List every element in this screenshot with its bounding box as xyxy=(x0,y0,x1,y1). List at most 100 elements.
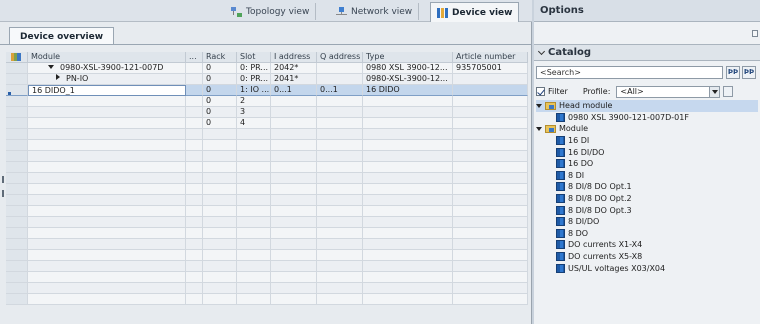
profile-select[interactable]: <All> xyxy=(616,85,721,98)
empty-cell xyxy=(363,184,453,195)
tree-item-module[interactable]: DO currents X5-X8 xyxy=(536,251,758,263)
collapse-icon[interactable] xyxy=(536,103,542,108)
empty-cell xyxy=(6,151,28,162)
empty-cell xyxy=(6,294,28,305)
cell-module xyxy=(28,96,186,107)
tree-label: Module xyxy=(559,124,589,134)
cell-article xyxy=(453,118,528,129)
empty-cell xyxy=(237,250,271,261)
empty-cell xyxy=(271,140,317,151)
tab-topology-view[interactable]: Topology view xyxy=(225,3,317,20)
tree-item-module[interactable]: 8 DO xyxy=(536,228,758,240)
profile-label: Profile: xyxy=(582,87,611,96)
cell-i-address xyxy=(271,107,317,118)
filter-checkbox[interactable] xyxy=(536,87,545,96)
row-gutter xyxy=(6,74,28,85)
empty-cell xyxy=(186,129,203,140)
cell-slot: 0: PR... xyxy=(237,74,271,85)
tab-device-view[interactable]: Device view xyxy=(430,2,520,22)
search-down-button[interactable]: ÞÞ xyxy=(742,66,756,79)
splitter-grip[interactable] xyxy=(2,190,4,197)
empty-cell xyxy=(28,228,186,239)
collapse-icon[interactable] xyxy=(48,65,54,69)
cell-type xyxy=(363,118,453,129)
cell-type xyxy=(363,107,453,118)
cell-slot: 4 xyxy=(237,118,271,129)
empty-row xyxy=(6,140,528,151)
tree-label: US/UL voltages X03/X04 xyxy=(568,263,666,273)
tree-item-module[interactable]: 16 DI xyxy=(536,135,758,147)
header-gutter xyxy=(6,52,28,63)
table-row[interactable]: 0 3 xyxy=(6,107,528,118)
empty-cell xyxy=(203,239,237,250)
catalog-option-button[interactable] xyxy=(723,86,734,97)
table-row[interactable]: 0 2 xyxy=(6,96,528,107)
empty-cell xyxy=(317,151,363,162)
row-gutter xyxy=(6,63,28,74)
empty-cell xyxy=(317,140,363,151)
empty-cell xyxy=(186,261,203,272)
search-up-button[interactable]: ÞÞ xyxy=(726,66,740,79)
empty-cell xyxy=(237,272,271,283)
tree-label: 0980 XSL 3900-121-007D-01F xyxy=(568,112,689,122)
col-rack[interactable]: Rack xyxy=(203,52,237,63)
tree-item-module[interactable]: US/UL voltages X03/X04 xyxy=(536,262,758,274)
table-row-selected[interactable]: 16 DIDO_1 0 1: IO ... 0...1 0...1 16 DID… xyxy=(6,85,528,96)
tree-item-module[interactable]: 16 DI/DO xyxy=(536,146,758,158)
col-module[interactable]: Module xyxy=(28,52,186,63)
cell-slot: 1: IO ... xyxy=(237,85,271,96)
empty-cell xyxy=(203,294,237,305)
empty-cell xyxy=(317,162,363,173)
table-row[interactable]: 0980-XSL-3900-121-007D 0 0: PR... 2042* … xyxy=(6,63,528,74)
cell-slot: 2 xyxy=(237,96,271,107)
empty-cell xyxy=(237,228,271,239)
cell-module xyxy=(28,107,186,118)
empty-cell xyxy=(186,228,203,239)
splitter-grip[interactable] xyxy=(2,176,4,183)
col-i-address[interactable]: I address xyxy=(271,52,317,63)
cell-rack: 0 xyxy=(203,74,237,85)
catalog-search-input[interactable]: <Search> xyxy=(536,66,723,79)
empty-cell xyxy=(237,184,271,195)
tab-device-overview[interactable]: Device overview xyxy=(9,27,115,45)
col-q-address[interactable]: Q address xyxy=(317,52,363,63)
tree-item-head-module[interactable]: Head module xyxy=(536,100,758,112)
tree-item-module[interactable]: 16 DO xyxy=(536,158,758,170)
tree-item-module[interactable]: 8 DI/8 DO Opt.2 xyxy=(536,193,758,205)
col-slot[interactable]: Slot xyxy=(237,52,271,63)
empty-cell xyxy=(6,184,28,195)
tree-item-module[interactable]: 8 DI/8 DO Opt.1 xyxy=(536,181,758,193)
tree-item-module[interactable]: DO currents X1-X4 xyxy=(536,239,758,251)
module-icon xyxy=(556,240,565,250)
tree-item-module[interactable]: 8 DI/8 DO Opt.3 xyxy=(536,204,758,216)
col-type[interactable]: Type xyxy=(363,52,453,63)
col-options[interactable]: ... xyxy=(186,52,203,63)
empty-cell xyxy=(28,173,186,184)
empty-cell xyxy=(453,283,528,294)
cell-rack: 0 xyxy=(203,63,237,74)
tab-network-view[interactable]: Network view xyxy=(330,3,420,20)
empty-row xyxy=(6,206,528,217)
tree-item-module[interactable]: 8 DI xyxy=(536,170,758,182)
empty-cell xyxy=(453,239,528,250)
pane-pin-icon[interactable] xyxy=(752,30,758,37)
table-row[interactable]: 0 4 xyxy=(6,118,528,129)
table-row[interactable]: PN-IO 0 0: PR... 2041* 0980-XSL-3900-12.… xyxy=(6,74,528,85)
expand-icon[interactable] xyxy=(56,74,60,80)
module-icon xyxy=(556,263,565,273)
cell-i-address: 0...1 xyxy=(271,85,317,96)
empty-row xyxy=(6,283,528,294)
module-name-edit[interactable]: 16 DIDO_1 xyxy=(28,85,186,96)
empty-row xyxy=(6,184,528,195)
tree-item-module-folder[interactable]: Module xyxy=(536,123,758,135)
catalog-section-header[interactable]: Catalog xyxy=(534,44,760,61)
empty-cell xyxy=(317,206,363,217)
tree-item-head-device[interactable]: 0980 XSL 3900-121-007D-01F xyxy=(536,112,758,124)
empty-cell xyxy=(317,173,363,184)
tree-item-module[interactable]: 8 DI/DO xyxy=(536,216,758,228)
empty-cell xyxy=(317,129,363,140)
empty-cell xyxy=(28,184,186,195)
module-icon xyxy=(556,136,565,146)
col-article-number[interactable]: Article number xyxy=(453,52,528,63)
collapse-icon[interactable] xyxy=(536,126,542,131)
